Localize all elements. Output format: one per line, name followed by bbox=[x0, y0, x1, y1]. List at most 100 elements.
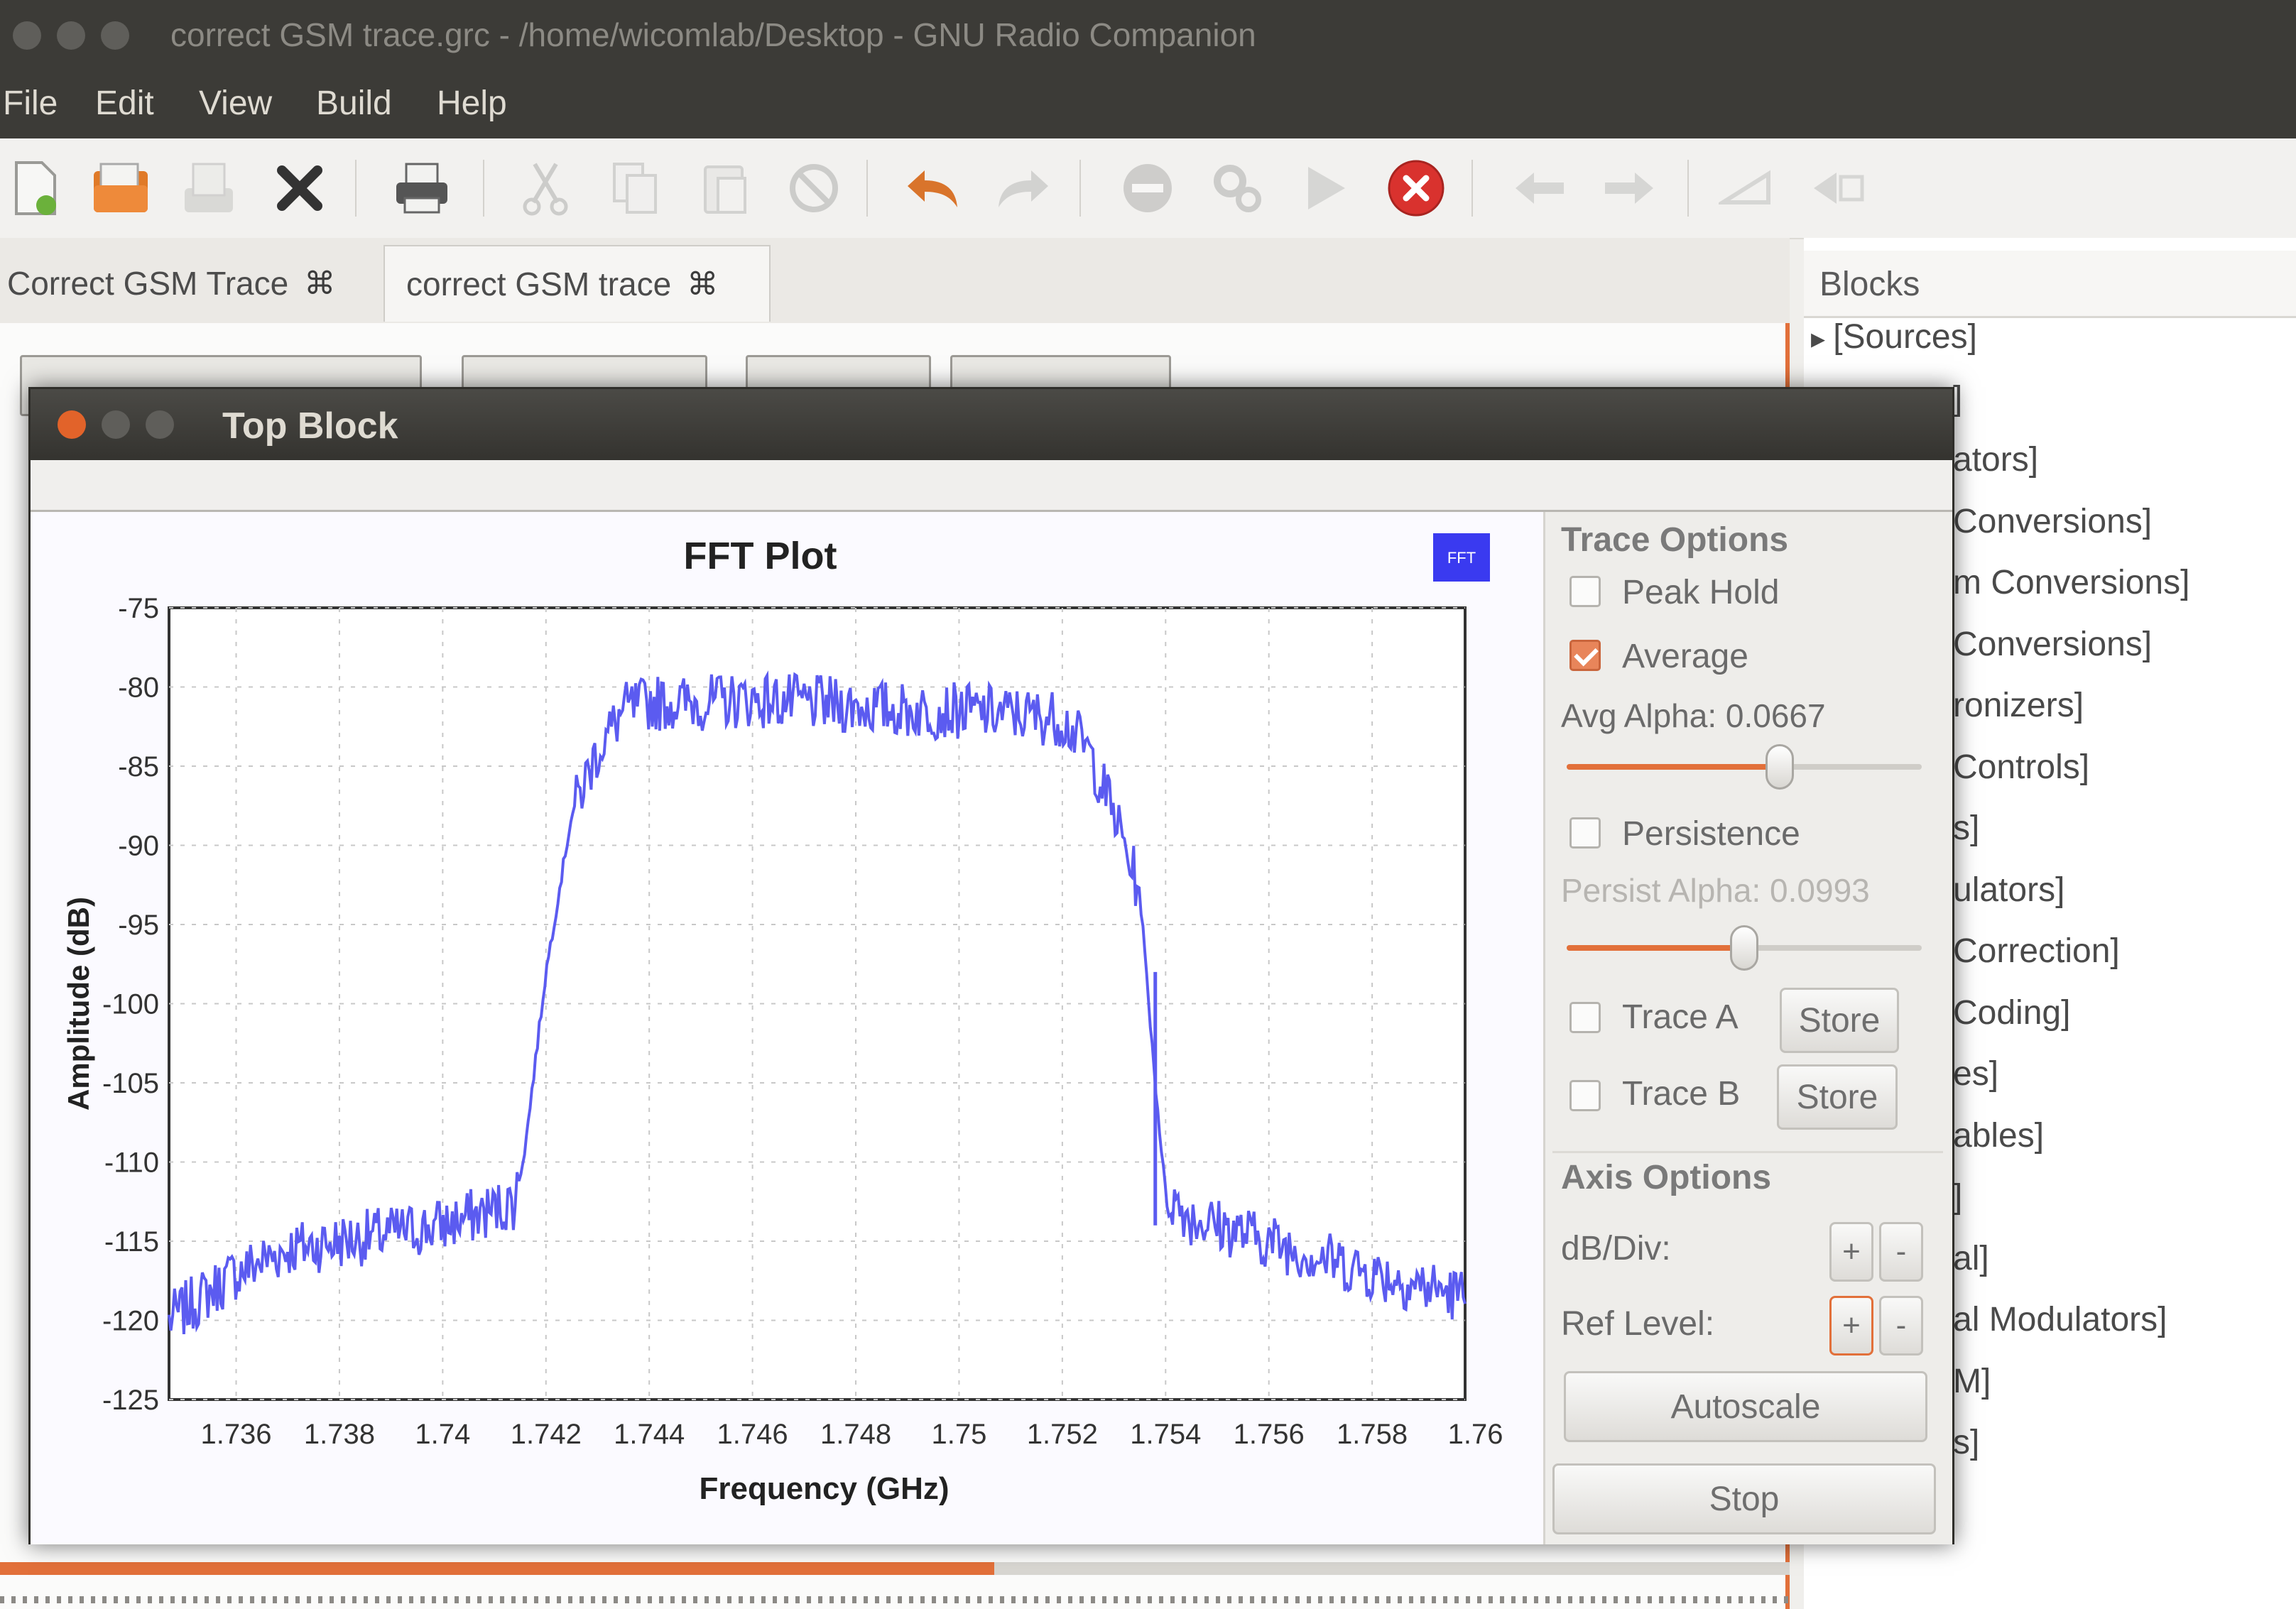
redo-icon[interactable] bbox=[993, 158, 1052, 218]
peak-hold-checkbox[interactable] bbox=[1569, 576, 1601, 607]
avg-alpha-slider[interactable] bbox=[1567, 744, 1922, 790]
blocks-tree-item[interactable]: Conversions] bbox=[1953, 502, 2152, 541]
blocks-tree-item[interactable]: s] bbox=[1953, 1423, 1979, 1462]
y-tick-label: -100 bbox=[102, 989, 159, 1020]
top-block-maximize-icon[interactable] bbox=[146, 410, 174, 439]
x-tick-label: 1.752 bbox=[1027, 1419, 1098, 1450]
blocks-tree-item[interactable]: Coding] bbox=[1953, 993, 2070, 1032]
cut-icon[interactable] bbox=[516, 158, 575, 218]
toolbar bbox=[0, 138, 2296, 239]
window-minimize-icon[interactable] bbox=[57, 21, 85, 50]
trace-a-store-button[interactable]: Store bbox=[1780, 988, 1899, 1053]
persist-alpha-slider[interactable] bbox=[1567, 925, 1922, 971]
blocks-tree-item[interactable]: es] bbox=[1953, 1054, 1998, 1093]
x-tick-label: 1.744 bbox=[614, 1419, 685, 1450]
generate-icon[interactable] bbox=[1207, 158, 1267, 218]
y-tick-label: -115 bbox=[104, 1226, 159, 1258]
save-file-icon[interactable] bbox=[179, 158, 239, 218]
legend-label: FFT bbox=[1447, 549, 1476, 567]
menu-view[interactable]: View bbox=[199, 84, 272, 123]
enable-icon[interactable] bbox=[1719, 158, 1778, 218]
blocks-tree-label: es] bbox=[1953, 1055, 1999, 1093]
blocks-tree-item[interactable]: s] bbox=[1953, 809, 1979, 848]
new-file-icon[interactable] bbox=[6, 158, 65, 218]
x-tick-label: 1.75 bbox=[932, 1419, 987, 1450]
ref-level-minus-button[interactable]: - bbox=[1879, 1296, 1923, 1356]
blocks-tree-item[interactable]: ] bbox=[1953, 1177, 1962, 1216]
undo-icon[interactable] bbox=[903, 158, 963, 218]
persist-alpha-slider-handle[interactable] bbox=[1730, 925, 1758, 971]
tab-correct-gsm-trace-2[interactable]: correct GSM trace ⌘ bbox=[383, 245, 771, 322]
scrollbar-thumb[interactable] bbox=[0, 1562, 994, 1575]
disable-block-icon[interactable] bbox=[1808, 158, 1868, 218]
menu-edit[interactable]: Edit bbox=[95, 84, 154, 123]
blocks-tree-label: M] bbox=[1953, 1362, 1991, 1400]
copy-icon[interactable] bbox=[605, 158, 665, 218]
ref-level-plus-button[interactable]: + bbox=[1829, 1296, 1873, 1356]
print-icon[interactable] bbox=[392, 158, 452, 218]
blocks-tree-item[interactable]: al] bbox=[1953, 1239, 1989, 1278]
expand-arrow-icon[interactable]: ▸ bbox=[1811, 323, 1833, 354]
top-block-minimize-icon[interactable] bbox=[102, 410, 130, 439]
blocks-tree-item[interactable]: Correction] bbox=[1953, 932, 2120, 971]
x-tick-label: 1.746 bbox=[717, 1419, 788, 1450]
average-checkbox[interactable] bbox=[1569, 640, 1601, 671]
trace-a-label: Trace A bbox=[1622, 998, 1739, 1036]
y-tick-label: -95 bbox=[118, 910, 159, 941]
avg-alpha-slider-handle[interactable] bbox=[1765, 744, 1794, 790]
kill-icon[interactable] bbox=[1386, 158, 1446, 218]
peak-hold-label: Peak Hold bbox=[1622, 574, 1780, 611]
plot-title: FFT Plot bbox=[684, 535, 837, 577]
tab-correct-gsm-trace-1[interactable]: Correct GSM Trace ⌘ bbox=[0, 245, 369, 322]
blocks-tree-item[interactable]: ronizers] bbox=[1953, 686, 2084, 725]
blocks-tree-item[interactable]: ators] bbox=[1953, 440, 2038, 479]
rotate-right-icon[interactable] bbox=[1599, 158, 1659, 218]
menu-help[interactable]: Help bbox=[437, 84, 507, 123]
tab-label: Correct GSM Trace bbox=[7, 265, 289, 302]
trace-b-store-button[interactable]: Store bbox=[1777, 1064, 1898, 1130]
y-tick-label: -80 bbox=[118, 672, 159, 704]
db-div-plus-button[interactable]: + bbox=[1829, 1222, 1873, 1282]
trace-options-title: Trace Options bbox=[1561, 521, 1789, 559]
menu-build[interactable]: Build bbox=[316, 84, 392, 123]
ref-level-label: Ref Level: bbox=[1561, 1305, 1715, 1343]
delete-icon[interactable] bbox=[784, 158, 844, 218]
blocks-tree-item[interactable]: ▸ [Sources] bbox=[1811, 317, 1977, 356]
disable-icon[interactable] bbox=[1118, 158, 1177, 218]
menu-file[interactable]: File bbox=[3, 84, 58, 123]
blocks-tree-item[interactable]: m Conversions] bbox=[1953, 563, 2189, 602]
blocks-tree-item[interactable]: ables] bbox=[1953, 1116, 2044, 1155]
blocks-tree-label: al Modulators] bbox=[1953, 1301, 2167, 1338]
control-panel: Trace Options Peak Hold Average Avg Alph… bbox=[1543, 512, 1952, 1544]
tab-close-icon[interactable]: ⌘ bbox=[304, 266, 335, 302]
db-div-minus-button[interactable]: - bbox=[1879, 1222, 1923, 1282]
close-file-icon[interactable] bbox=[270, 158, 330, 218]
average-label: Average bbox=[1622, 638, 1748, 675]
blocks-tree-item[interactable]: ulators] bbox=[1953, 871, 2064, 910]
blocks-tree-item[interactable]: ] bbox=[1953, 379, 1962, 418]
y-tick-label: -120 bbox=[102, 1306, 159, 1337]
autoscale-button[interactable]: Autoscale bbox=[1564, 1371, 1927, 1442]
db-div-label: dB/Div: bbox=[1561, 1230, 1671, 1267]
blocks-tree-item[interactable]: al Modulators] bbox=[1953, 1300, 2167, 1339]
trace-a-checkbox[interactable] bbox=[1569, 1002, 1601, 1033]
fft-plot[interactable]: -75 -80 -85 -90 -95 -100 -105 -110 -115 -120 -125 1… bbox=[31, 512, 1543, 1544]
y-tick-label: -125 bbox=[102, 1385, 159, 1416]
trace-b-checkbox[interactable] bbox=[1569, 1080, 1601, 1111]
paste-icon[interactable] bbox=[695, 158, 754, 218]
blocks-tree-item[interactable]: Controls] bbox=[1953, 748, 2089, 787]
blocks-tree-item[interactable]: M] bbox=[1953, 1362, 1991, 1401]
execute-icon[interactable] bbox=[1297, 158, 1356, 218]
blocks-tree-item[interactable]: Conversions] bbox=[1953, 625, 2152, 664]
blocks-tree-label: ables] bbox=[1953, 1116, 2045, 1155]
blocks-tree-label: al] bbox=[1953, 1239, 1989, 1277]
open-file-icon[interactable] bbox=[91, 158, 151, 218]
rotate-left-icon[interactable] bbox=[1510, 158, 1569, 218]
window-maximize-icon[interactable] bbox=[101, 21, 129, 50]
window-close-icon[interactable] bbox=[13, 21, 41, 50]
horizontal-scrollbar[interactable] bbox=[0, 1562, 1790, 1575]
persistence-checkbox[interactable] bbox=[1569, 817, 1601, 849]
stop-button[interactable]: Stop bbox=[1552, 1463, 1936, 1534]
top-block-close-icon[interactable] bbox=[58, 410, 86, 439]
tab-close-icon[interactable]: ⌘ bbox=[687, 266, 718, 302]
